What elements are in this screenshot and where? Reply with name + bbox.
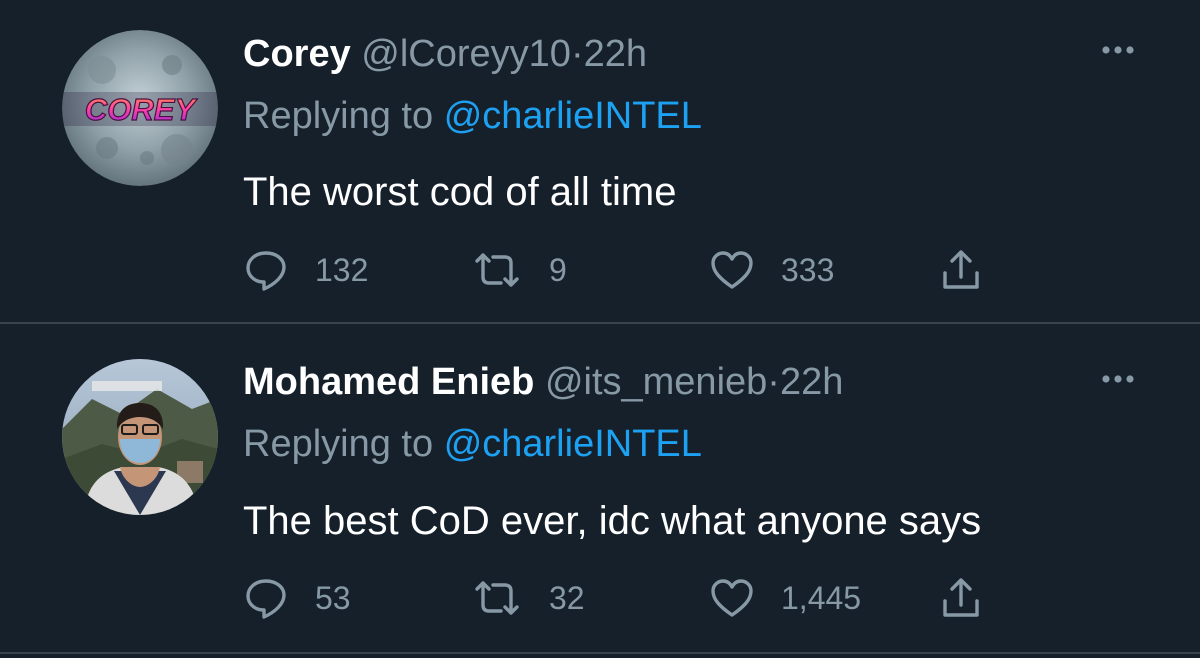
replying-prefix: Replying to xyxy=(243,423,434,465)
reply-count: 132 xyxy=(315,251,369,288)
retweet-button[interactable]: 32 xyxy=(471,573,585,623)
replying-prefix: Replying to xyxy=(243,95,434,137)
reply-timeline: COREY Corey @lCoreyy10·22h Replying to @… xyxy=(0,0,1200,658)
corey-avatar-icon: COREY xyxy=(62,30,218,186)
reply-button[interactable]: 53 xyxy=(243,573,351,623)
retweet-count: 32 xyxy=(549,579,585,616)
tweet-actions: 53 32 1,445 xyxy=(243,573,1043,623)
share-icon xyxy=(943,578,979,617)
tweet-text: The best CoD ever, idc what anyone says xyxy=(243,499,982,543)
svg-text:COREY: COREY xyxy=(85,92,199,127)
mention-link[interactable]: @charlieINTEL xyxy=(444,95,702,137)
tweet-actions: 132 9 333 xyxy=(243,245,1043,295)
user-handle[interactable]: @its_menieb xyxy=(545,361,767,403)
replying-to: Replying to @charlieINTEL xyxy=(243,93,702,139)
tweet-text: The worst cod of all time xyxy=(243,170,677,214)
retweet-count: 9 xyxy=(549,251,567,288)
like-count: 1,445 xyxy=(781,579,862,616)
reply-button[interactable]: 132 xyxy=(243,245,368,295)
retweet-button[interactable]: 9 xyxy=(471,245,567,295)
tweet-header: Mohamed Enieb @its_menieb·22h xyxy=(243,359,843,405)
tweet[interactable]: COREY Corey @lCoreyy10·22h Replying to @… xyxy=(0,0,1200,323)
timestamp[interactable]: 22h xyxy=(780,361,843,403)
retweet-icon xyxy=(475,253,519,287)
more-options-icon xyxy=(1102,46,1134,54)
more-options-icon xyxy=(1102,375,1134,383)
like-count: 333 xyxy=(781,251,835,288)
heart-icon xyxy=(711,251,753,289)
timestamp[interactable]: 22h xyxy=(584,33,647,75)
heart-icon xyxy=(711,579,753,617)
person-photo-avatar-icon xyxy=(62,359,218,515)
like-button[interactable]: 333 xyxy=(709,245,834,295)
user-handle[interactable]: @lCoreyy10 xyxy=(361,33,571,75)
more-options-button[interactable] xyxy=(1098,38,1138,62)
tweet[interactable]: Mohamed Enieb @its_menieb·22h Replying t… xyxy=(0,323,1200,653)
like-button[interactable]: 1,445 xyxy=(709,573,861,623)
separator-dot: · xyxy=(767,361,780,403)
reply-icon xyxy=(246,251,286,291)
separator-dot: · xyxy=(570,33,584,75)
reply-icon xyxy=(246,579,286,619)
display-name[interactable]: Corey xyxy=(243,33,351,75)
more-options-button[interactable] xyxy=(1098,367,1138,391)
share-button[interactable] xyxy=(938,573,984,623)
divider xyxy=(0,652,1200,654)
mention-link[interactable]: @charlieINTEL xyxy=(444,423,702,465)
avatar[interactable] xyxy=(62,359,218,515)
avatar[interactable]: COREY xyxy=(62,30,218,186)
display-name[interactable]: Mohamed Enieb xyxy=(243,361,534,403)
reply-count: 53 xyxy=(315,579,351,616)
replying-to: Replying to @charlieINTEL xyxy=(243,421,702,467)
tweet-header: Corey @lCoreyy10·22h xyxy=(243,31,647,77)
share-icon xyxy=(943,250,979,289)
share-button[interactable] xyxy=(938,245,984,295)
retweet-icon xyxy=(475,581,519,615)
